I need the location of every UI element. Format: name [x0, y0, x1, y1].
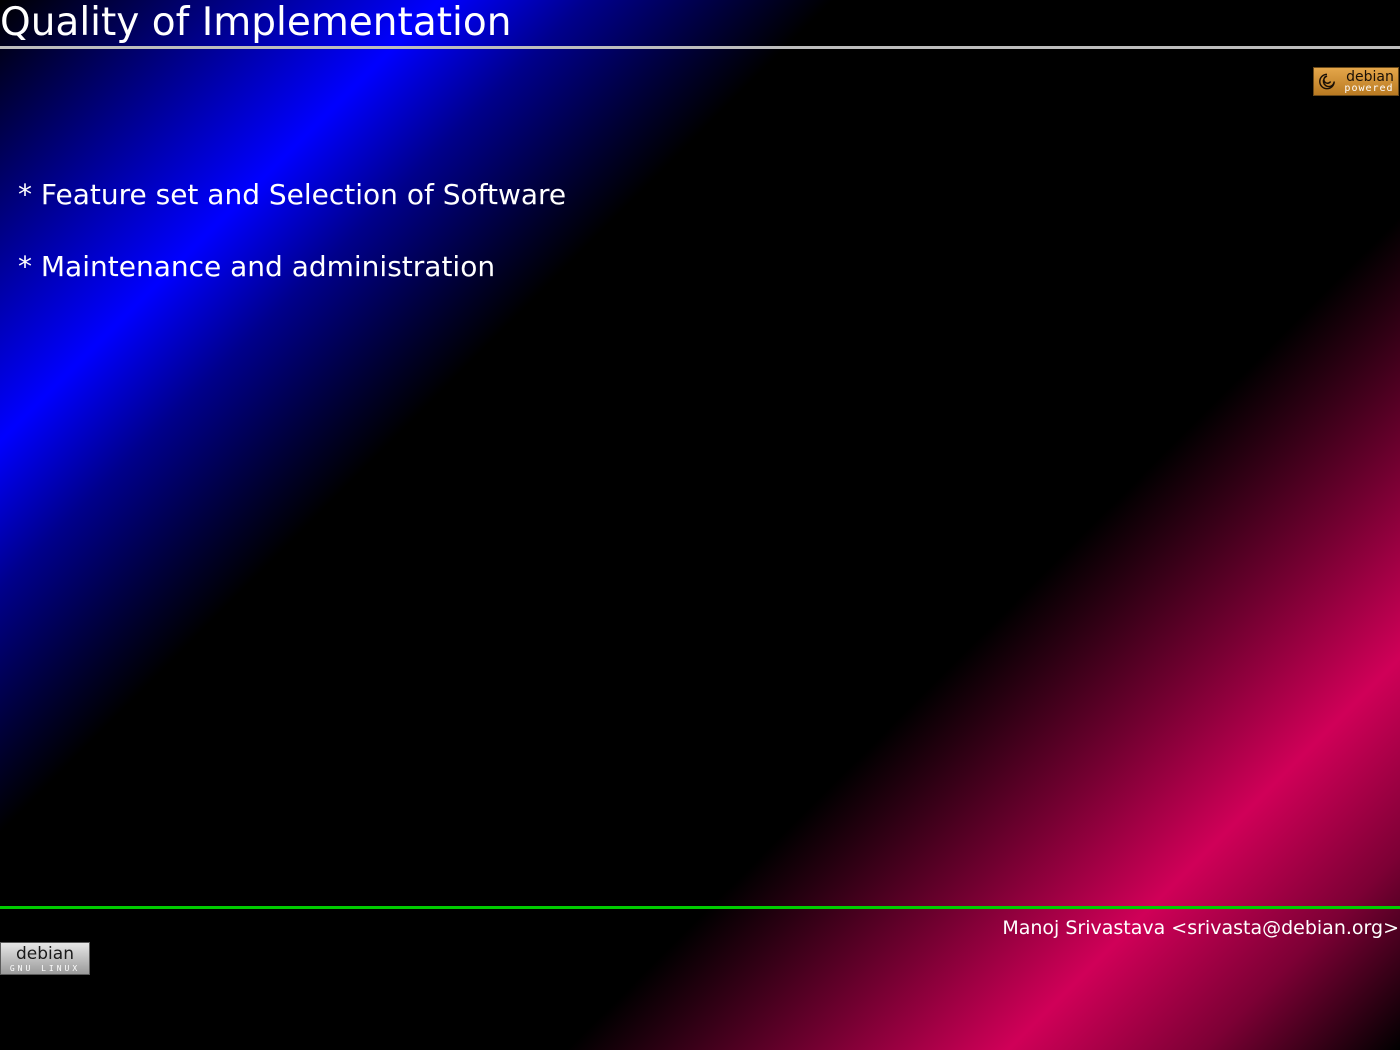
- bullet-item: * Maintenance and administration: [18, 250, 496, 283]
- badge-powered-line2: powered: [1344, 83, 1394, 94]
- badge-gnu-line2: GNU LINUX: [9, 964, 81, 973]
- debian-powered-badge: debian powered: [1313, 67, 1399, 96]
- debian-gnu-linux-badge: debian GNU LINUX: [0, 942, 90, 975]
- bullet-list: * Feature set and Selection of Software …: [18, 176, 566, 320]
- slide-title: Quality of Implementation: [0, 0, 512, 45]
- bullet-item: * Feature set and Selection of Software: [18, 178, 567, 211]
- author-credit: Manoj Srivastava <srivasta@debian.org>: [1002, 917, 1399, 939]
- title-divider: [0, 46, 1400, 49]
- badge-gnu-line1: debian: [16, 944, 74, 964]
- background-red-glow: [0, 0, 1400, 1050]
- footer-divider: [0, 906, 1400, 909]
- debian-swirl-icon: [1319, 73, 1335, 90]
- slide: Quality of Implementation debian powered…: [0, 0, 1400, 1050]
